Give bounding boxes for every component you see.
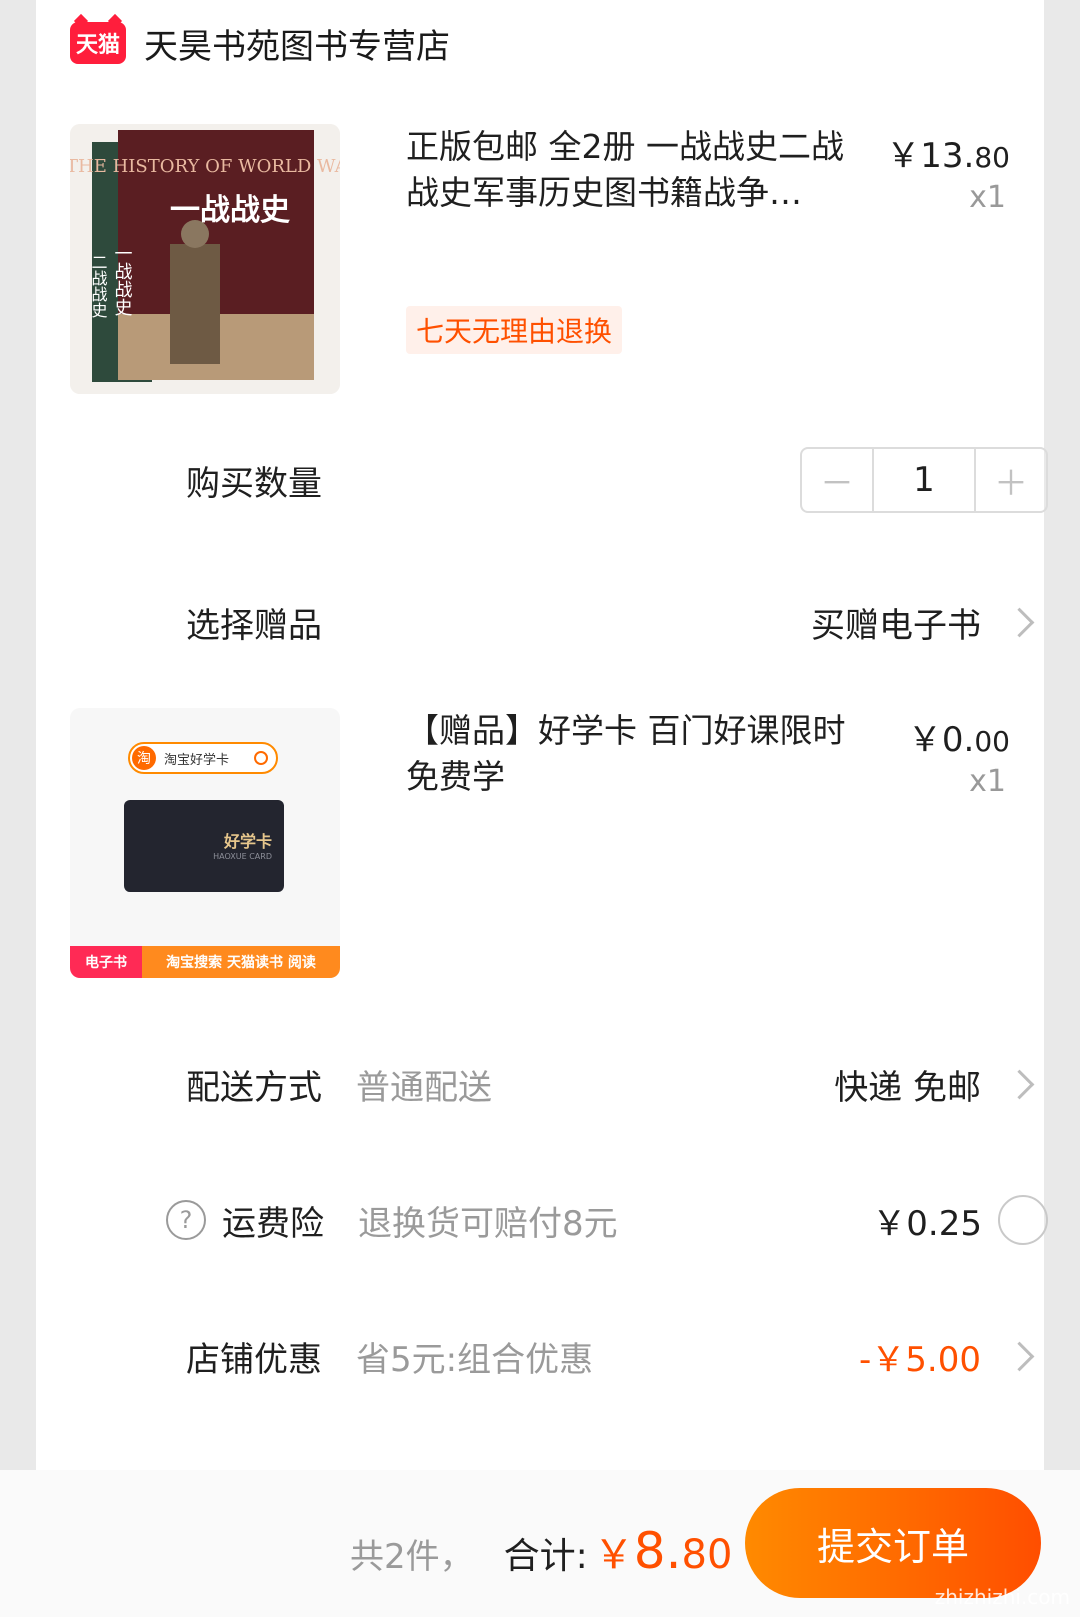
discount-value-group: -￥5.00 [859,1332,1048,1381]
quantity-value[interactable]: 1 [872,449,976,511]
total-label: 合计: [503,1536,588,1577]
increment-button[interactable]: ＋ [976,449,1046,511]
item-count: 共2件， [350,1537,474,1577]
gift-search-box: 淘 淘宝好学卡 [128,742,278,774]
decrement-button[interactable]: － [802,449,872,511]
order-summary: 共2件， 合计: ￥8.80 [350,1522,732,1580]
checkout-bar: 共2件， 合计: ￥8.80 提交订单 zhizhizhi.com [0,1470,1080,1617]
insurance-value-group: ￥0.25 [872,1195,1048,1245]
book-cover-illustration: 一战战史 二战战史 THE HISTORY OF WORLD WAR I 一战战… [70,124,340,394]
discount-label: 店铺优惠 [186,1339,322,1380]
help-icon[interactable]: ? [166,1200,206,1240]
chevron-right-icon[interactable] [1004,1069,1035,1099]
gift-image[interactable]: 淘 淘宝好学卡 好学卡 HAOXUE CARD 电子书 淘宝搜索 天猫读书 阅读 [70,708,340,978]
cover-spine-1: 一战战史 [112,244,133,316]
tmall-logo: 天猫 [70,22,126,64]
chevron-right-icon[interactable] [1004,1341,1035,1371]
submit-order-button[interactable]: 提交订单 [745,1488,1041,1598]
gift-card-subtitle: HAOXUE CARD [213,852,272,861]
delivery-sub: 普通配送 [356,1067,492,1108]
quantity-row: 购买数量 － 1 ＋ [186,447,1048,513]
insurance-price: ￥0.25 [872,1203,982,1244]
quantity-stepper[interactable]: － 1 ＋ [800,447,1048,513]
gift-card-title: 好学卡 [223,832,272,851]
product-title[interactable]: 正版包邮 全2册 一战战史二战战史军事历史图书籍战争… [406,124,876,216]
delivery-row[interactable]: 配送方式 普通配送 快递 免邮 [186,1054,1048,1114]
delivery-value[interactable]: 快递 免邮 [834,1060,981,1109]
gift-value-group: 买赠电子书 [811,598,1048,647]
return-policy-tag: 七天无理由退换 [406,306,623,354]
gift-banner-left: 电子书 [70,946,142,978]
product-image[interactable]: 一战战史 二战战史 THE HISTORY OF WORLD WAR I 一战战… [70,124,340,394]
gift-card-graphic: 好学卡 HAOXUE CARD [124,800,284,892]
delivery-label: 配送方式 [186,1067,322,1108]
gift-banner-right: 淘宝搜索 天猫读书 阅读 [142,946,340,978]
gift-price-decimal: 00 [974,725,1010,758]
delivery-value-group: 快递 免邮 [834,1060,1048,1109]
total-decimal: 80 [681,1532,733,1578]
gift-price: ￥0.00 [908,712,1010,761]
product-price-decimal: 80 [974,141,1010,174]
quantity-label: 购买数量 [186,463,322,504]
shop-name[interactable]: 天昊书苑图书专营店 [144,19,450,68]
cover-english-title: THE HISTORY OF WORLD WAR I [70,156,340,177]
gift-banner: 电子书 淘宝搜索 天猫读书 阅读 [70,946,340,978]
order-card: 天猫 天昊书苑图书专营店 一战战史 二战战史 THE HISTORY OF WO… [36,0,1048,1470]
insurance-sub: 退换货可赔付8元 [358,1203,618,1244]
gift-item[interactable]: 淘 淘宝好学卡 好学卡 HAOXUE CARD 电子书 淘宝搜索 天猫读书 阅读… [70,708,1020,978]
total-symbol: ￥ [593,1532,634,1578]
insurance-label: 运费险 [222,1203,324,1244]
taobao-icon: 淘 [132,746,156,770]
product-price: ￥13.80 [886,128,1010,177]
cover-title: 一战战史 [170,193,290,228]
product-price-main: ￥13. [886,136,975,176]
total-amount: ￥8.80 [594,1522,733,1580]
store-discount-row[interactable]: 店铺优惠 省5元:组合优惠 -￥5.00 [186,1326,1048,1386]
gift-price-main: ￥0. [907,720,975,760]
gift-quantity: x1 [969,764,1006,799]
discount-value[interactable]: -￥5.00 [859,1332,981,1381]
gift-search-text: 淘宝好学卡 [164,752,230,768]
shop-header[interactable]: 天猫 天昊书苑图书专营店 [70,18,450,68]
chevron-right-icon[interactable] [1004,607,1035,637]
gift-select-row[interactable]: 选择赠品 买赠电子书 [186,592,1048,652]
cover-spine-2: 二战战史 [89,254,108,319]
product-item[interactable]: 一战战史 二战战史 THE HISTORY OF WORLD WAR I 一战战… [70,124,1020,394]
gift-label: 选择赠品 [186,605,322,646]
discount-sub: 省5元:组合优惠 [356,1339,594,1380]
product-quantity: x1 [969,180,1006,215]
gift-title[interactable]: 【赠品】好学卡 百门好课限时免费学 [406,708,876,800]
watermark: zhizhizhi.com [934,1585,1070,1609]
shipping-insurance-row: ? 运费险 退换货可赔付8元 ￥0.25 [166,1190,1048,1250]
total-int: 8. [633,1522,682,1580]
gift-value[interactable]: 买赠电子书 [811,598,981,647]
search-icon [254,751,268,765]
insurance-radio[interactable] [998,1195,1048,1245]
